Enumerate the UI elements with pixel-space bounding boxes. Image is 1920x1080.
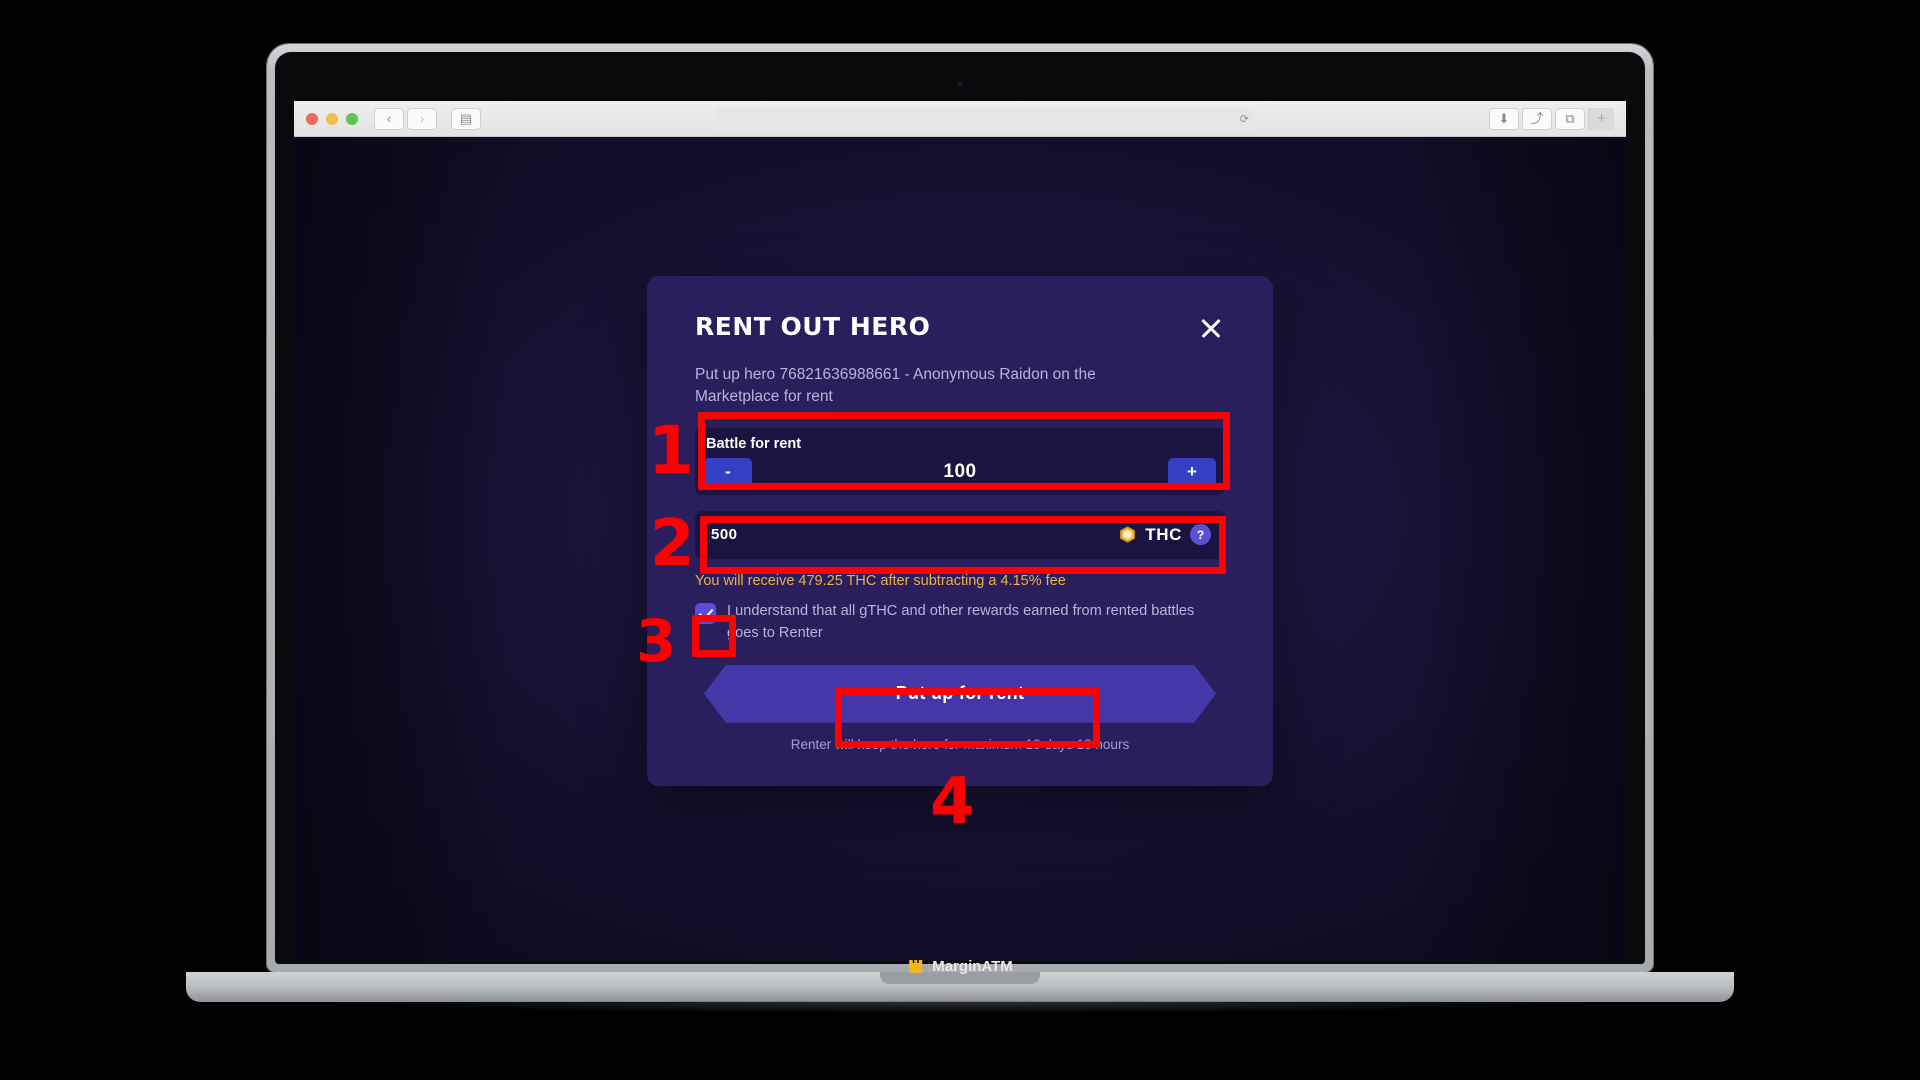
currency-label: THC: [1145, 524, 1182, 544]
consent-label: I understand that all gTHC and other rew…: [727, 602, 1195, 641]
laptop-shadow: [140, 1001, 1780, 1017]
browser-nav-group: ‹ ›: [374, 107, 437, 130]
battle-for-rent-label: Battle for rent: [706, 435, 802, 452]
crown-icon: [909, 960, 923, 973]
modal-header: RENT OUT HERO: [695, 312, 1225, 342]
close-window-icon[interactable]: [306, 112, 318, 125]
price-input[interactable]: 500: [711, 526, 738, 543]
laptop-notch: [885, 56, 1035, 78]
price-field[interactable]: 500 THC ?: [695, 510, 1225, 559]
window-traffic-lights[interactable]: [306, 112, 358, 125]
cta-wrap: Put up for rent: [695, 665, 1225, 723]
battle-for-rent-field: Battle for rent - 100 +: [695, 427, 1225, 495]
watermark: MarginATM: [907, 957, 1013, 976]
forward-icon[interactable]: ›: [407, 107, 437, 130]
increment-button[interactable]: +: [1167, 457, 1216, 486]
share-icon[interactable]: ⤴: [1522, 107, 1552, 130]
webcam-icon: [957, 82, 963, 87]
new-tab-button[interactable]: +: [1588, 107, 1614, 130]
screenshot-root: ‹ › ▤ ⟳ ⬇ ⤴ ⧉ + RENT OUT HERO Put up her…: [0, 0, 1920, 1080]
consent-checkbox[interactable]: [695, 602, 716, 624]
watermark-brand: MarginATM: [932, 958, 1013, 975]
rent-out-hero-modal: RENT OUT HERO Put up hero 76821636988661…: [647, 276, 1273, 786]
minimize-window-icon[interactable]: [326, 112, 338, 125]
consent-row: I understand that all gTHC and other rew…: [695, 601, 1225, 645]
browser-actions-group: ⬇ ⤴ ⧉ +: [1489, 107, 1614, 130]
reload-icon[interactable]: ⟳: [1240, 112, 1249, 125]
price-currency-group: THC ?: [1118, 524, 1211, 546]
downloads-icon[interactable]: ⬇: [1489, 107, 1519, 130]
browser-toolbar: ‹ › ▤ ⟳ ⬇ ⤴ ⧉ +: [294, 101, 1626, 137]
decrement-button[interactable]: -: [704, 457, 752, 486]
put-up-for-rent-button[interactable]: Put up for rent: [704, 665, 1216, 723]
address-bar-wrap: ⟳: [481, 107, 1489, 130]
battle-count-value[interactable]: 100: [943, 461, 976, 483]
sidebar-toggle-icon[interactable]: ▤: [451, 107, 481, 130]
modal-subtitle: Put up hero 76821636988661 - Anonymous R…: [695, 366, 1096, 406]
quantity-stepper: - 100 +: [704, 457, 1216, 486]
app-page: RENT OUT HERO Put up hero 76821636988661…: [294, 137, 1626, 961]
help-icon[interactable]: ?: [1190, 524, 1211, 546]
rental-duration-note: Renter will keep the hero for maximum 18…: [790, 736, 1130, 752]
back-icon[interactable]: ‹: [374, 107, 404, 130]
fee-note: You will receive 479.25 THC after subtra…: [695, 572, 1066, 589]
tab-overview-icon[interactable]: ⧉: [1555, 107, 1585, 130]
screen-content: ‹ › ▤ ⟳ ⬇ ⤴ ⧉ + RENT OUT HERO Put up her…: [294, 101, 1626, 961]
page-title: RENT OUT HERO: [695, 312, 931, 341]
thc-coin-icon: [1120, 526, 1136, 544]
maximize-window-icon[interactable]: [346, 112, 358, 125]
close-icon[interactable]: [1197, 314, 1225, 342]
address-input[interactable]: ⟳: [715, 107, 1255, 130]
